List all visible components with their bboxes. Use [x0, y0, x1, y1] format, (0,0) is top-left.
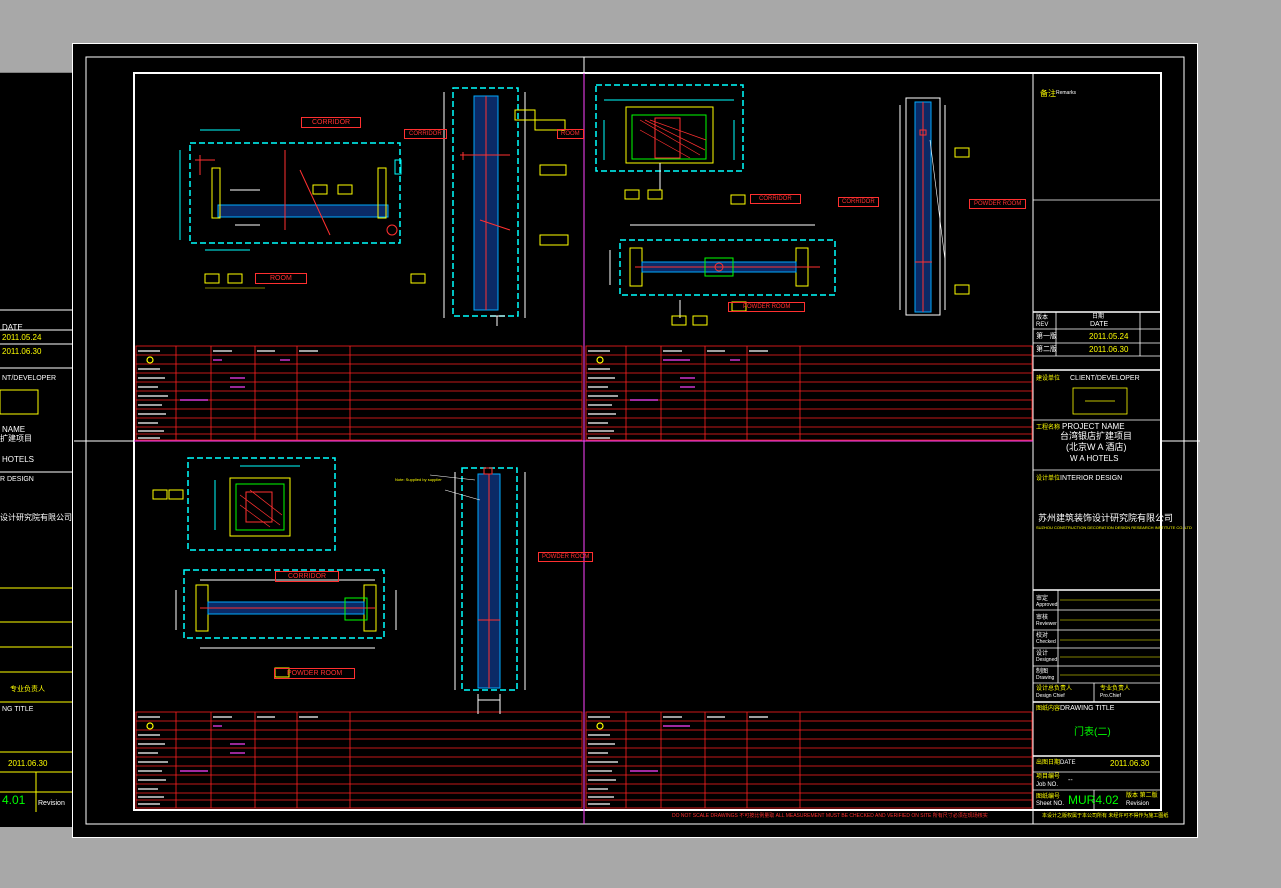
pro-chief-label-en: Pro.Chief	[1100, 693, 1121, 699]
reviewer-label-en: Reviewer	[1036, 621, 1057, 627]
detail-bottom-left-square	[152, 457, 336, 551]
revision-en: Revision	[1126, 801, 1150, 807]
issue-date-label: 出图日期	[1036, 760, 1061, 766]
supplier-note: Note: Supplied by supplier	[395, 477, 442, 482]
drawing-label-en: Drawing	[1036, 675, 1055, 681]
remarks-label-en: Remarks	[1056, 90, 1077, 96]
detail-right-door-elevation	[899, 97, 970, 316]
tag-corridor-5: CORRIDOR	[275, 571, 340, 582]
revision-cn: 版本 第二版	[1126, 793, 1158, 799]
rev-2: 第二版	[1036, 346, 1057, 353]
rev-1-date: 2011.05.24	[1089, 332, 1129, 341]
issue-date: 2011.06.30	[1110, 759, 1150, 768]
firm-name-en: SUZHOU CONSTRUCTION DECORATION DESIGN RE…	[1036, 525, 1192, 530]
footer-warning-en: DO NOT SCALE DRAWINGS 不可按比例量取 ALL MEASUR…	[672, 813, 988, 819]
date-label: DATE	[1090, 321, 1109, 328]
designed-label-en: Designed	[1036, 657, 1058, 663]
sheet-number: MUR4.02	[1068, 793, 1119, 807]
design-chief-label: 设计总负责人	[1036, 686, 1073, 692]
detail-top-left	[179, 129, 426, 289]
tag-corridor-2: CORRIDOR	[404, 129, 447, 139]
detail-top-center	[443, 87, 569, 326]
job-label-en: Job NO.	[1036, 782, 1059, 788]
drawing-title-value: 门表(二)	[1074, 727, 1111, 738]
checked-label-en: Checked	[1036, 639, 1056, 645]
sheet-frames	[74, 56, 1200, 825]
schedule-text-marks	[138, 350, 768, 805]
approved-label-en: Approved	[1036, 602, 1058, 608]
title-block-lines	[1033, 199, 1161, 810]
drawing-title-label: DRAWING TITLE	[1060, 705, 1115, 712]
date-label-cn: 日期	[1092, 314, 1105, 320]
remarks-label: 备注	[1040, 89, 1056, 98]
tag-powder-2: POWDER ROOM	[969, 199, 1027, 209]
title-label: 图纸内容	[1036, 706, 1061, 712]
rev-1: 第一版	[1036, 333, 1057, 340]
tag-room-2: ROOM	[557, 129, 584, 139]
detail-bottom-left-long	[175, 569, 397, 678]
detail-top-right-plan	[595, 84, 744, 200]
tag-powder-3: POWDER ROOM	[538, 552, 594, 562]
design-label: 设计单位	[1036, 476, 1061, 482]
project-name-label: PROJECT NAME	[1062, 422, 1125, 431]
client-label: 建设单位	[1036, 376, 1061, 382]
firm-name-cn: 苏州建筑装饰设计研究院有限公司	[1038, 513, 1174, 523]
rev-2-date: 2011.06.30	[1089, 345, 1129, 354]
client-name: CLIENT/DEVELOPER	[1070, 375, 1140, 382]
issue-date-label-en: DATE	[1060, 760, 1076, 766]
design-name: INTERIOR DESIGN	[1060, 475, 1123, 482]
job-value: --	[1068, 777, 1073, 784]
footer-warning-cn: 本设计之版权属于本公司所有 未经许可不得作为施工图纸	[1042, 813, 1169, 819]
project-en: W A HOTELS	[1070, 454, 1119, 463]
tag-powder-1: POWDER ROOM	[728, 302, 806, 312]
design-chief-label-en: Design Chief	[1036, 693, 1065, 699]
sheet-label-en: Sheet NO.	[1036, 801, 1065, 807]
rev-label: REV	[1036, 322, 1049, 328]
tag-powder-4: POWDER ROOM	[274, 668, 356, 679]
sheet-label: 图纸编号	[1036, 794, 1061, 800]
project-cn-2: (北京W A 酒店)	[1066, 442, 1127, 452]
rev-label-cn: 版本	[1036, 315, 1049, 321]
job-label: 项目编号	[1036, 774, 1061, 780]
tag-corridor-1: CORRIDOR	[301, 117, 362, 128]
project-cn-1: 台湾银店扩建项目	[1060, 431, 1133, 441]
tag-room-1: ROOM	[255, 273, 307, 284]
project-label: 工程名称	[1036, 425, 1061, 431]
detail-bottom-center-tall	[429, 467, 526, 714]
pro-chief-label: 专业负责人	[1100, 686, 1131, 692]
tag-corridor-3: CORRIDOR	[750, 194, 801, 204]
title-block-yellow-rules	[1060, 599, 1160, 676]
tag-corridor-4: CORRIDOR	[838, 197, 879, 207]
